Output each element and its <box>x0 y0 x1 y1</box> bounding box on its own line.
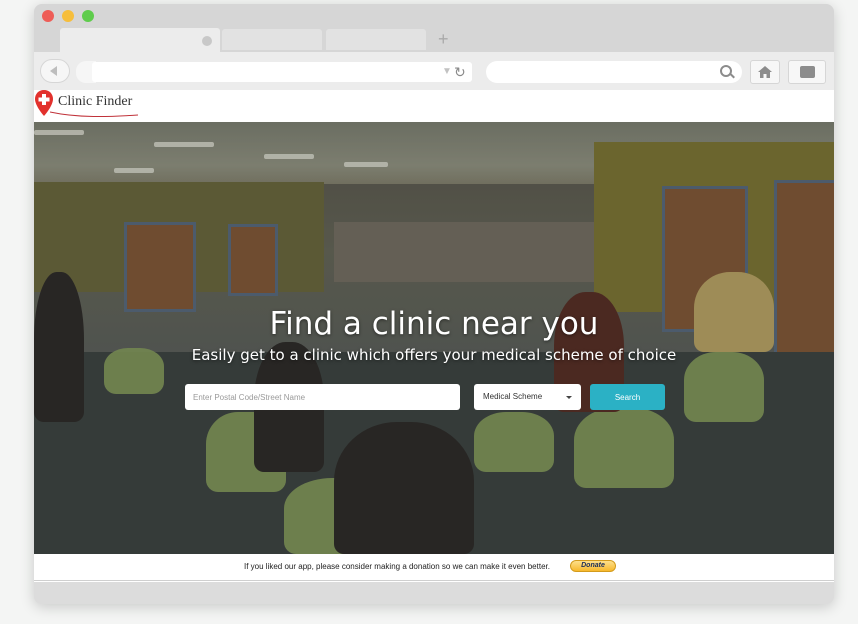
browser-search-field[interactable] <box>486 61 742 83</box>
minimize-window-button[interactable] <box>62 10 74 22</box>
logo-swoosh <box>49 111 139 118</box>
postal-code-input[interactable] <box>185 384 460 410</box>
home-icon <box>758 66 772 78</box>
home-button[interactable] <box>750 60 780 84</box>
browser-toolbar: ▼ ↻ <box>34 52 834 90</box>
search-icon <box>720 65 732 77</box>
medical-scheme-label: Medical Scheme <box>483 392 543 401</box>
browser-status-bar <box>34 582 834 604</box>
medical-scheme-select[interactable]: Medical Scheme <box>474 384 581 410</box>
new-tab-button[interactable]: + <box>438 29 449 49</box>
browser-tab[interactable] <box>222 29 322 50</box>
hero-title: Find a clinic near you <box>269 306 599 342</box>
maximize-window-button[interactable] <box>82 10 94 22</box>
browser-window: + ▼ ↻ Clinic Finder Find a clinic near y… <box>34 4 834 604</box>
chevron-down-icon <box>566 396 572 399</box>
browser-tab-active[interactable] <box>60 28 220 52</box>
close-window-button[interactable] <box>42 10 54 22</box>
address-bar[interactable]: ▼ ↻ <box>92 62 472 82</box>
donation-message: If you liked our app, please consider ma… <box>244 562 550 571</box>
back-arrow-icon <box>50 66 57 76</box>
search-button[interactable]: Search <box>590 384 665 410</box>
tab-close-icon[interactable] <box>202 36 212 46</box>
donation-footer: If you liked our app, please consider ma… <box>34 554 834 581</box>
title-bar: + <box>34 4 834 52</box>
donate-button[interactable]: Donate <box>570 560 616 572</box>
web-page: Clinic Finder Find a clinic near you Eas… <box>34 90 834 582</box>
back-button[interactable] <box>40 59 70 83</box>
dropdown-arrow-icon[interactable]: ▼ <box>442 66 452 77</box>
reload-icon[interactable]: ↻ <box>454 63 466 81</box>
browser-tab[interactable] <box>326 29 426 50</box>
hero-subtitle: Easily get to a clinic which offers your… <box>191 346 677 364</box>
site-header: Clinic Finder <box>34 90 834 122</box>
extension-icon <box>800 66 815 78</box>
extension-button[interactable] <box>788 60 826 84</box>
hero-section: Find a clinic near you Easily get to a c… <box>34 122 834 554</box>
